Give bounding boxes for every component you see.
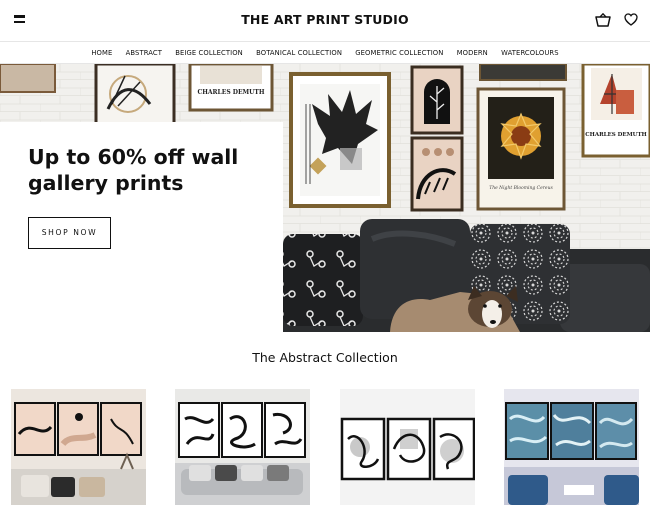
product-image-black-white-lines xyxy=(175,389,310,505)
poster-caption: The Night Blooming Cereus xyxy=(489,185,553,191)
site-brand[interactable]: THE ART PRINT STUDIO xyxy=(0,12,650,27)
product-card-black-white-lines[interactable] xyxy=(175,389,310,505)
hero-headline-line-1: Up to 60% off wall xyxy=(28,145,239,169)
nav-item-botanical-collection[interactable]: BOTANICAL COLLECTION xyxy=(256,42,342,64)
shop-now-button[interactable]: SHOP NOW xyxy=(28,217,111,249)
hero-banner: CHARLES DEMUTH The Night Blooming Cereus… xyxy=(0,64,650,332)
poster-name-2: CHARLES DEMUTH xyxy=(585,132,647,138)
product-image-blue-marble xyxy=(504,389,639,505)
poster-name-1: CHARLES DEMUTH xyxy=(197,89,264,96)
hero-headline: Up to 60% off wall gallery prints xyxy=(28,144,278,196)
nav-item-modern[interactable]: MODERN xyxy=(457,42,488,64)
nav-item-beige-collection[interactable]: BEIGE COLLECTION xyxy=(175,42,243,64)
shopping-basket-icon[interactable] xyxy=(595,13,611,27)
nav-item-geometric-collection[interactable]: GEOMETRIC COLLECTION xyxy=(355,42,443,64)
nav-item-abstract[interactable]: ABSTRACT xyxy=(126,42,162,64)
nav-item-watercolours[interactable]: WATERCOLOURS xyxy=(501,42,559,64)
product-image-geometric-lines xyxy=(340,389,475,505)
product-card-blue-marble[interactable] xyxy=(504,389,639,505)
product-card-geometric-lines[interactable] xyxy=(340,389,475,505)
product-image-beige-abstract xyxy=(11,389,146,505)
site-header: THE ART PRINT STUDIO xyxy=(0,0,650,42)
collection-title: The Abstract Collection xyxy=(252,350,398,365)
main-nav: HOME ABSTRACT BEIGE COLLECTION BOTANICAL… xyxy=(0,42,650,64)
heart-icon[interactable] xyxy=(624,13,638,26)
nav-item-home[interactable]: HOME xyxy=(91,42,112,64)
product-card-beige-abstract[interactable] xyxy=(11,389,146,505)
hero-headline-line-2: gallery prints xyxy=(28,171,184,195)
